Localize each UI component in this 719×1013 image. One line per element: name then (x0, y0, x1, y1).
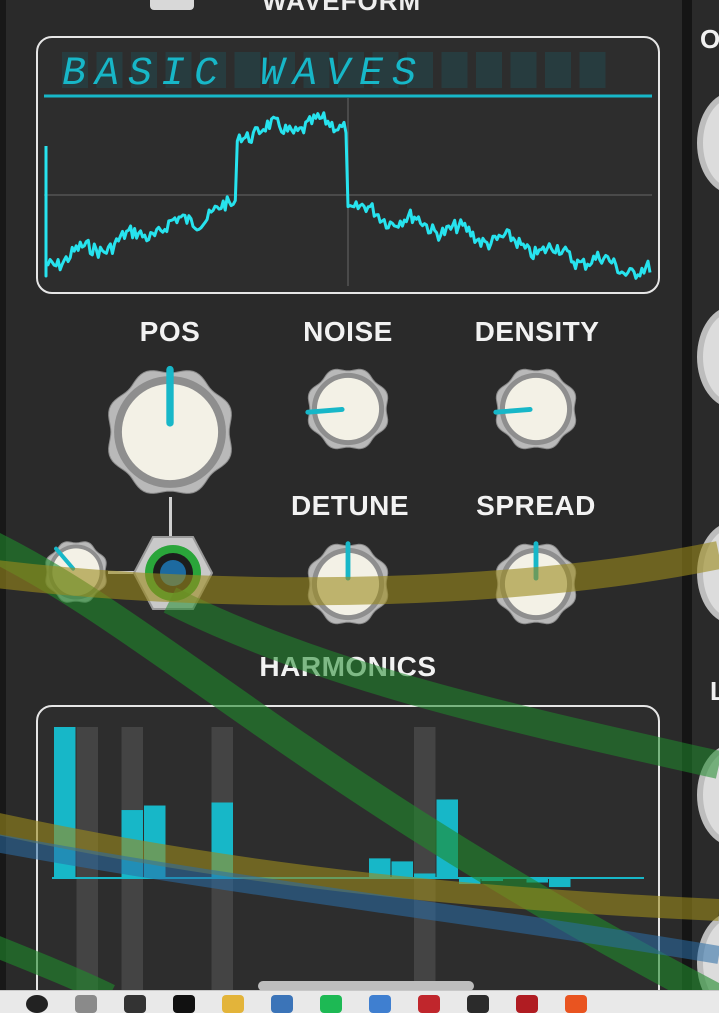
terminal-icon[interactable] (467, 995, 489, 1013)
ubuntu-icon[interactable] (565, 995, 587, 1013)
x-icon[interactable] (173, 995, 195, 1013)
pos-label: POS (139, 316, 201, 347)
horizontal-scrollbar[interactable] (258, 981, 474, 990)
noise-knob[interactable] (304, 365, 392, 453)
harmonic-highlight (414, 727, 436, 990)
header-tab (150, 0, 194, 10)
density-knob-indicator (493, 407, 533, 415)
rack-area: WAVEFORM BASIC WAVES POS NOISE DENSITY D… (0, 0, 719, 990)
folder-icon[interactable] (222, 995, 244, 1013)
cat-icon[interactable] (75, 995, 97, 1013)
spotify-icon[interactable] (320, 995, 342, 1013)
harmonic-highlight (76, 727, 98, 990)
header-label: WAVEFORM (262, 0, 422, 16)
spread-label: SPREAD (476, 490, 596, 521)
taskbar (0, 990, 719, 1013)
lcd-cell (441, 52, 468, 88)
harmonic-bar[interactable] (436, 799, 459, 878)
github-icon[interactable] (124, 995, 146, 1013)
ruby-icon[interactable] (516, 995, 538, 1013)
lcd-cell (545, 52, 571, 88)
harmonic-bar[interactable] (54, 727, 76, 878)
detune-label: DETUNE (290, 490, 410, 521)
lcd-cell (579, 52, 606, 88)
harmonic-bar[interactable] (211, 802, 234, 879)
spread-knob[interactable] (492, 540, 580, 628)
lcd-text: BASIC WAVES (62, 52, 425, 97)
detune-knob[interactable] (304, 540, 392, 628)
waveform-svg: BASIC WAVES (44, 52, 652, 286)
chrome-icon[interactable] (26, 995, 48, 1013)
right-panel-letter-o: O (700, 24, 719, 54)
lcd-cell (510, 52, 537, 88)
harmonic-bar[interactable] (121, 810, 144, 878)
harmonics-display (36, 705, 660, 990)
density-label: DENSITY (474, 316, 600, 347)
pos-knob[interactable] (103, 365, 237, 499)
harmonics-svg (52, 727, 644, 990)
harmonic-bar[interactable] (549, 878, 571, 888)
pos-cv-jack[interactable] (132, 535, 214, 616)
python-icon[interactable] (271, 995, 293, 1013)
harmonic-bar[interactable] (369, 858, 391, 878)
pos-connector (169, 497, 172, 539)
rack-gap (682, 0, 692, 990)
waveform-display: BASIC WAVES (36, 36, 660, 294)
noise-knob-indicator (305, 407, 345, 415)
globe-icon[interactable] (369, 995, 391, 1013)
density-knob[interactable] (492, 365, 580, 453)
harmonic-bar[interactable] (391, 861, 414, 878)
harmonics-label: HARMONICS (259, 651, 437, 682)
filezilla-icon[interactable] (418, 995, 440, 1013)
attenuator-knob[interactable] (42, 538, 110, 606)
noise-label: NOISE (303, 316, 393, 347)
right-panel-letter-l: L (710, 676, 719, 706)
harmonic-bar[interactable] (144, 805, 166, 878)
lcd-cell (476, 52, 502, 88)
